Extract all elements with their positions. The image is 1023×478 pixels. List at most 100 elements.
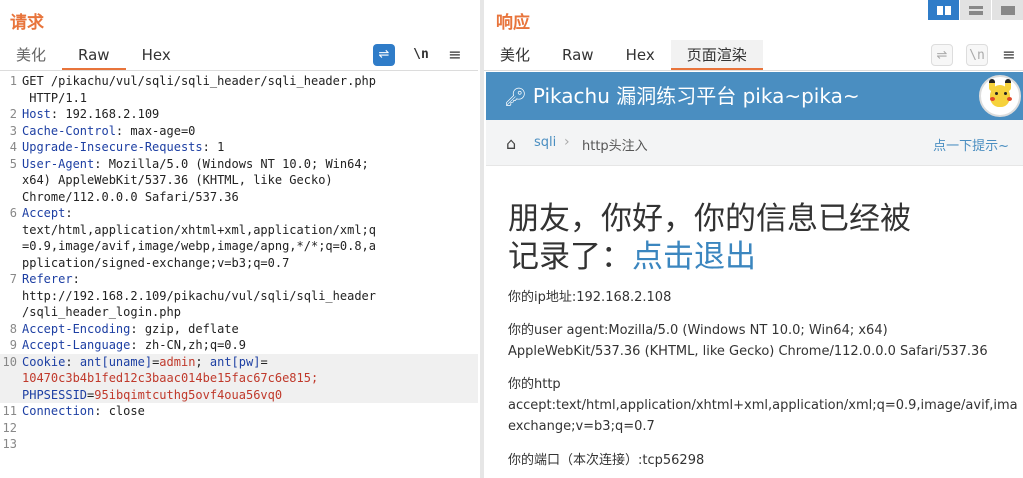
header-name: Cookie (22, 354, 66, 369)
tab-pretty[interactable]: 美化 (484, 40, 546, 70)
line-text: PHPSESSID=95ibqimtcuthg5ovf4oua56vq0 (22, 387, 282, 404)
line-text: Host: 192.168.2.109 (22, 106, 159, 123)
header-name: Cache-Control (22, 123, 116, 138)
breadcrumb-sqli-link[interactable]: sqli (534, 135, 556, 150)
avatar-cheek (990, 97, 995, 101)
line-number: 13 (2, 437, 17, 451)
editor-line: /sqli_header_login.php (0, 304, 478, 321)
avatar-eye (995, 92, 998, 95)
line-text: Cookie: ant[uname]=admin; ant[pw]= (22, 354, 268, 371)
tab-pretty[interactable]: 美化 (0, 40, 62, 70)
response-tabs: 美化 Raw Hex 页面渲染 (484, 40, 763, 70)
line-number: 6 (9, 206, 17, 220)
line-text: /sqli_header_login.php (22, 305, 181, 319)
port-line: 你的端口（本次连接）:tcp56298 (508, 453, 705, 468)
newline-icon[interactable]: \n (410, 44, 432, 66)
editor-line: 1 GET /pikachu/vul/sqli/sqli_header/sqli_… (0, 73, 478, 90)
editor-line: 7 Referer: (0, 271, 478, 288)
header-value: : gzip, deflate (130, 321, 239, 336)
editor-line: 5 User-Agent: Mozilla/5.0 (Windows NT 10.… (0, 156, 478, 173)
tab-hex[interactable]: Hex (126, 40, 187, 70)
line-text: 10470c3b4b1fed12c3baac014be15fac67c6e815… (22, 370, 318, 387)
newline-icon[interactable]: \n (966, 44, 988, 66)
site-title[interactable]: 🔑︎ Pikachu 漏洞练习平台 pika~pika~ (504, 72, 860, 122)
line-text: Referer: (22, 271, 80, 288)
line-number: 3 (9, 123, 17, 138)
line-text: http://192.168.2.109/pikachu/vul/sqli/sq… (22, 288, 377, 303)
message-line-2: 记录了：点击退出 (508, 238, 1008, 276)
home-icon[interactable]: ⌂ (506, 134, 516, 153)
menu-icon[interactable]: ≡ (444, 44, 466, 66)
request-tabs: 美化 Raw Hex (0, 40, 187, 70)
wrap-lines-icon[interactable]: ⇌ (373, 44, 395, 66)
breadcrumb-current: http头注入 (582, 139, 648, 154)
line-text: Chrome/112.0.0.0 Safari/537.36 (22, 189, 239, 204)
header-value: : Mozilla/5.0 (Windows NT 10.0; Win64; (94, 156, 369, 171)
line-number (0, 387, 22, 404)
tab-hex[interactable]: Hex (610, 40, 671, 70)
header-name: Connection (22, 404, 95, 418)
avatar-cheek (1007, 97, 1012, 101)
line-text: Connection: close (22, 403, 145, 420)
line-text: HTTP/1.1 (22, 90, 88, 105)
editor-line: 9 Accept-Language: zh-CN,zh;q=0.9 (0, 337, 478, 354)
tab-render[interactable]: 页面渲染 (670, 40, 763, 70)
header-value: : 1 (202, 140, 225, 154)
line-number: 9 (9, 338, 17, 352)
tab-raw[interactable]: Raw (62, 40, 126, 70)
line-text: Cache-Control: max-age=0 (22, 123, 195, 140)
line-number: 11 (2, 404, 17, 418)
editor-line: 12 (0, 420, 478, 437)
editor-line: Chrome/112.0.0.0 Safari/537.36 (0, 189, 478, 206)
single-layout-icon[interactable] (992, 0, 1023, 20)
logout-link[interactable]: 点击退出 (632, 239, 756, 275)
header-name: Upgrade-Insecure-Requests (22, 140, 203, 154)
header-name: Accept-Encoding (22, 321, 131, 336)
message-line-2-prefix: 记录了： (508, 239, 632, 275)
line-text: Accept-Encoding: gzip, deflate (22, 321, 239, 338)
header-name: Host (22, 107, 51, 121)
editor-line: HTTP/1.1 (0, 90, 478, 107)
hint-link[interactable]: 点一下提示~ (933, 135, 1009, 154)
menu-icon[interactable]: ≡ (998, 44, 1020, 66)
editor-line: PHPSESSID=95ibqimtcuthg5ovf4oua56vq0 (0, 386, 478, 404)
header-name: Accept (22, 206, 66, 220)
request-editor[interactable]: 1 GET /pikachu/vul/sqli/sqli_header/sqli_… (0, 73, 478, 453)
line-number (0, 172, 22, 189)
line-text: Upgrade-Insecure-Requests: 1 (22, 139, 224, 156)
user-agent-line-2: AppleWebKit/537.36 (KHTML, like Gecko) C… (508, 344, 988, 359)
site-title-text: Pikachu 漏洞练习平台 pika~pika~ (532, 84, 860, 108)
site-header: 🔑︎ Pikachu 漏洞练习平台 pika~pika~ (486, 72, 1023, 120)
line-number (0, 370, 22, 387)
wrap-lines-icon[interactable]: ⇌ (931, 44, 953, 66)
header-value: : (72, 272, 80, 286)
line-number: 10 (2, 354, 17, 369)
line-number: 12 (2, 420, 17, 435)
editor-line: 2 Host: 192.168.2.109 (0, 106, 478, 123)
line-number (0, 222, 22, 239)
stacked-layout-icon[interactable] (960, 0, 991, 20)
editor-line: 4 Upgrade-Insecure-Requests: 1 (0, 139, 478, 156)
pikachu-avatar[interactable] (979, 75, 1021, 117)
line-number (0, 304, 22, 321)
side-by-side-layout-icon[interactable] (928, 0, 959, 20)
layout-icons (927, 0, 1023, 20)
separator: : (65, 354, 80, 369)
line-number (0, 90, 22, 107)
line-number: 1 (9, 74, 17, 88)
header-name: Accept-Language (22, 338, 131, 352)
accept-line-1: accept:text/html,application/xhtml+xml,a… (508, 398, 1018, 413)
tab-raw[interactable]: Raw (546, 40, 610, 70)
editor-line: 13 (0, 436, 478, 453)
line-number (0, 255, 22, 272)
editor-line: 10 Cookie: ant[uname]=admin; ant[pw]= (0, 353, 478, 371)
header-name: Referer (22, 272, 73, 286)
breadcrumb: ⌂ sqli › http头注入 点一下提示~ (486, 120, 1023, 166)
editor-line: 6 Accept: (0, 205, 478, 222)
key-icon: 🔑︎ (504, 87, 527, 108)
welcome-message: 朋友，你好，你的信息已经被 记录了：点击退出 (508, 200, 1008, 276)
user-agent-line-1: 你的user agent:Mozilla/5.0 (Windows NT 10.… (508, 323, 888, 338)
tab-divider (0, 70, 478, 71)
line-text: text/html,application/xhtml+xml,applicat… (22, 222, 377, 237)
rendered-page: 🔑︎ Pikachu 漏洞练习平台 pika~pika~ ⌂ sqli › htt… (486, 72, 1023, 478)
